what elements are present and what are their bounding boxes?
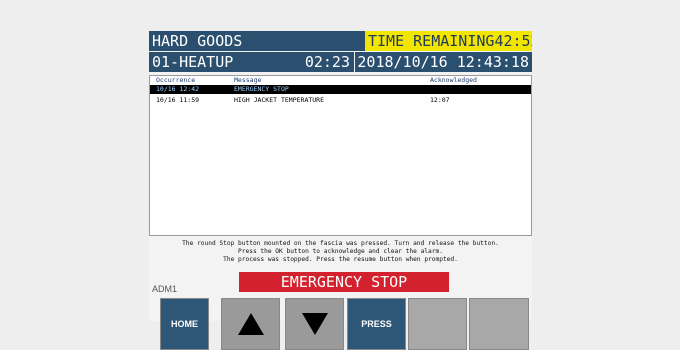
- hmi-panel: HARD GOODS TIME REMAINING 42:52 01-HEATU…: [149, 31, 532, 350]
- phase-bar: 01-HEATUP 02:23: [149, 52, 354, 72]
- scroll-up-button[interactable]: [221, 298, 280, 350]
- table-row[interactable]: 10/16 11:59 HIGH JACKET TEMPERATURE 12:0…: [150, 96, 531, 105]
- alarm-instructions: The round Stop button mounted on the fas…: [149, 240, 532, 264]
- instruction-line: Press the OK button to acknowledge and c…: [238, 248, 443, 255]
- alarm-log-table: Occurrence Message Acknowledged 10/16 12…: [149, 75, 532, 236]
- column-header-message: Message: [234, 76, 262, 84]
- triangle-down-icon: [301, 313, 328, 335]
- recipe-title: HARD GOODS: [149, 31, 365, 51]
- row-message: EMERGENCY STOP: [234, 85, 289, 93]
- emergency-stop-banner: EMERGENCY STOP: [239, 272, 449, 292]
- time-remaining-label: TIME REMAINING: [368, 32, 495, 50]
- column-header-occurrence: Occurrence: [156, 76, 196, 84]
- phase-name: 01-HEATUP: [152, 53, 234, 71]
- row-acknowledged: 12:07: [430, 96, 450, 104]
- home-button[interactable]: HOME: [160, 298, 209, 350]
- column-header-acknowledged: Acknowledged: [430, 76, 477, 84]
- instruction-line: The round Stop button mounted on the fas…: [182, 240, 499, 247]
- table-row[interactable]: 10/16 12:42 EMERGENCY STOP: [150, 85, 531, 94]
- row-occurrence: 10/16 12:42: [156, 85, 200, 93]
- table-header: Occurrence Message Acknowledged: [150, 76, 531, 85]
- instruction-line: The process was stopped. Press the resum…: [223, 256, 458, 263]
- current-datetime: 2018/10/16 12:43:18: [355, 52, 532, 72]
- blank-button-2[interactable]: [469, 298, 529, 350]
- time-remaining-value: 42:52: [494, 32, 532, 50]
- press-button[interactable]: PRESS: [347, 298, 406, 350]
- triangle-up-icon: [237, 313, 264, 335]
- scroll-down-button[interactable]: [285, 298, 344, 350]
- time-remaining: TIME REMAINING 42:52: [365, 31, 532, 51]
- row-occurrence: 10/16 11:59: [156, 96, 200, 104]
- blank-button-1[interactable]: [408, 298, 467, 350]
- phase-time: 02:23: [304, 53, 350, 71]
- station-id: ADM1: [152, 284, 178, 294]
- row-message: HIGH JACKET TEMPERATURE: [234, 96, 325, 104]
